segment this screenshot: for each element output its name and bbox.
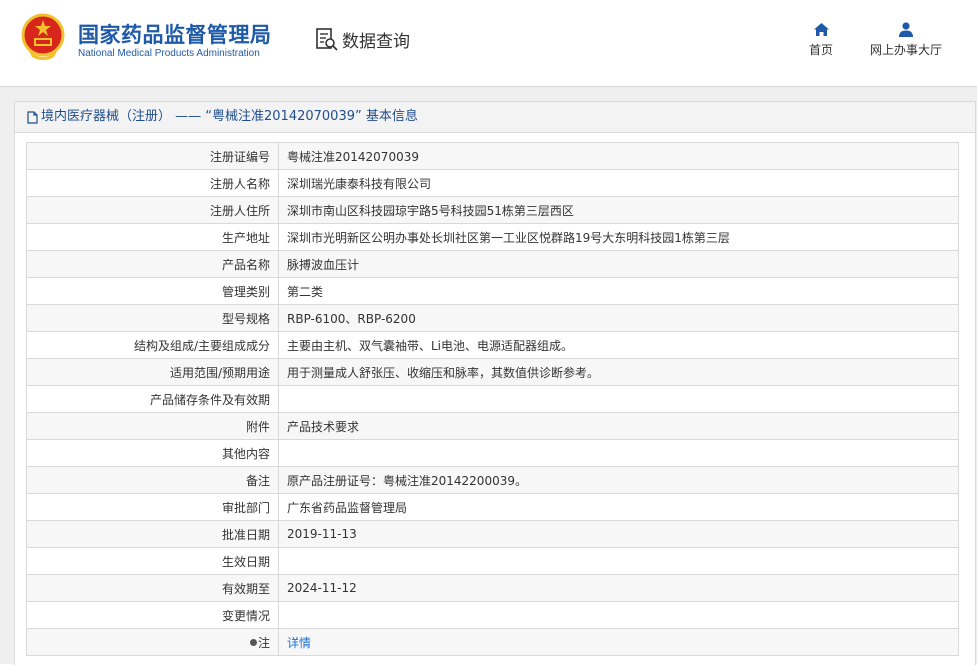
field-value: 用于测量成人舒张压、收缩压和脉率，其数值供诊断参考。 — [278, 358, 959, 386]
field-value: 产品技术要求 — [278, 412, 959, 440]
field-label: 附件 — [26, 412, 279, 440]
user-icon — [899, 22, 913, 37]
field-value — [278, 547, 959, 575]
field-value — [278, 601, 959, 629]
nav-home[interactable]: 首页 — [805, 22, 837, 58]
table-row: 注册人名称 深圳瑞光康泰科技有限公司 — [26, 169, 959, 197]
table-row: 型号规格 RBP-6100、RBP-6200 — [26, 304, 959, 332]
panel-title: 境内医疗器械（注册） —— “粤械注准20142070039” 基本信息 — [41, 109, 418, 124]
field-label: 注册人名称 — [26, 169, 279, 197]
nav-online-hall-label: 网上办事大厅 — [869, 43, 942, 57]
field-label: 适用范围/预期用途 — [26, 358, 279, 386]
field-label: 其他内容 — [26, 439, 279, 467]
document-icon — [27, 110, 38, 124]
table-row-note: 注 详情 — [26, 628, 959, 656]
field-value — [278, 439, 959, 467]
field-label: 变更情况 — [26, 601, 279, 629]
field-value: 脉搏波血压计 — [278, 250, 959, 278]
field-label: 型号规格 — [26, 304, 279, 332]
table-row: 产品储存条件及有效期 — [26, 385, 959, 413]
field-label: 审批部门 — [26, 493, 279, 521]
detail-table: 注册证编号 粤械注准20142070039 注册人名称 深圳瑞光康泰科技有限公司 注册人… — [26, 142, 959, 656]
table-row: 有效期至 2024-11-12 — [26, 574, 959, 602]
national-emblem-icon — [21, 13, 65, 60]
field-value: 深圳瑞光康泰科技有限公司 — [278, 169, 959, 197]
table-row: 审批部门 广东省药品监督管理局 — [26, 493, 959, 521]
table-row: 备注 原产品注册证号：粤械注准20142200039。 — [26, 466, 959, 494]
field-label: 注册证编号 — [26, 142, 279, 170]
field-value: 第二类 — [278, 277, 959, 305]
nav-home-label: 首页 — [808, 43, 833, 57]
field-label: 生效日期 — [26, 547, 279, 575]
field-value: 广东省药品监督管理局 — [278, 493, 959, 521]
table-row: 附件 产品技术要求 — [26, 412, 959, 440]
field-value: 原产品注册证号：粤械注准20142200039。 — [278, 466, 959, 494]
field-label: 批准日期 — [26, 520, 279, 548]
field-value: 粤械注准20142070039 — [278, 142, 959, 170]
field-value: 主要由主机、双气囊袖带、Li电池、电源适配器组成。 — [278, 331, 959, 359]
home-icon — [813, 23, 829, 36]
note-label: 注 — [257, 635, 270, 650]
field-value: 2019-11-13 — [278, 520, 959, 548]
table-row: 变更情况 — [26, 601, 959, 629]
bullet-icon — [249, 638, 257, 646]
field-value: 深圳市南山区科技园琼宇路5号科技园51栋第三层西区 — [278, 196, 959, 224]
site-logo-title[interactable]: 国家药品监督管理局 — [78, 19, 272, 49]
details-link[interactable]: 详情 — [287, 636, 311, 650]
table-row: 注册人住所 深圳市南山区科技园琼宇路5号科技园51栋第三层西区 — [26, 196, 959, 224]
table-row: 适用范围/预期用途 用于测量成人舒张压、收缩压和脉率，其数值供诊断参考。 — [26, 358, 959, 386]
detail-panel: 境内医疗器械（注册） —— “粤械注准20142070039” 基本信息 注册证… — [14, 101, 976, 665]
table-row: 生产地址 深圳市光明新区公明办事处长圳社区第一工业区悦群路19号大东明科技园1栋第… — [26, 223, 959, 251]
field-label: 结构及组成/主要组成成分 — [26, 331, 279, 359]
field-label: 产品储存条件及有效期 — [26, 385, 279, 413]
field-label: 备注 — [26, 466, 279, 494]
field-label: 管理类别 — [26, 277, 279, 305]
panel-title-bar: 境内医疗器械（注册） —— “粤械注准20142070039” 基本信息 — [15, 102, 975, 133]
note-value-cell: 详情 — [278, 628, 959, 656]
table-row: 其他内容 — [26, 439, 959, 467]
field-label: 注册人住所 — [26, 196, 279, 224]
site-header: 国家药品监督管理局 National Medical Products Admi… — [0, 0, 977, 87]
field-value: 深圳市光明新区公明办事处长圳社区第一工业区悦群路19号大东明科技园1栋第三层 — [278, 223, 959, 251]
data-query-link[interactable]: 数据查询 — [316, 27, 410, 52]
table-row: 产品名称 脉搏波血压计 — [26, 250, 959, 278]
nav-online-hall[interactable]: 网上办事大厅 — [866, 22, 946, 58]
site-logo-subtitle[interactable]: National Medical Products Administration — [78, 48, 260, 59]
field-value — [278, 385, 959, 413]
field-value: 2024-11-12 — [278, 574, 959, 602]
note-label-cell: 注 — [26, 628, 279, 656]
table-row: 管理类别 第二类 — [26, 277, 959, 305]
table-row: 结构及组成/主要组成成分 主要由主机、双气囊袖带、Li电池、电源适配器组成。 — [26, 331, 959, 359]
field-label: 有效期至 — [26, 574, 279, 602]
data-query-label: 数据查询 — [342, 32, 410, 52]
table-row: 批准日期 2019-11-13 — [26, 520, 959, 548]
table-row: 注册证编号 粤械注准20142070039 — [26, 142, 959, 170]
field-value: RBP-6100、RBP-6200 — [278, 304, 959, 332]
field-label: 生产地址 — [26, 223, 279, 251]
table-row: 生效日期 — [26, 547, 959, 575]
field-label: 产品名称 — [26, 250, 279, 278]
data-query-icon — [316, 27, 338, 51]
